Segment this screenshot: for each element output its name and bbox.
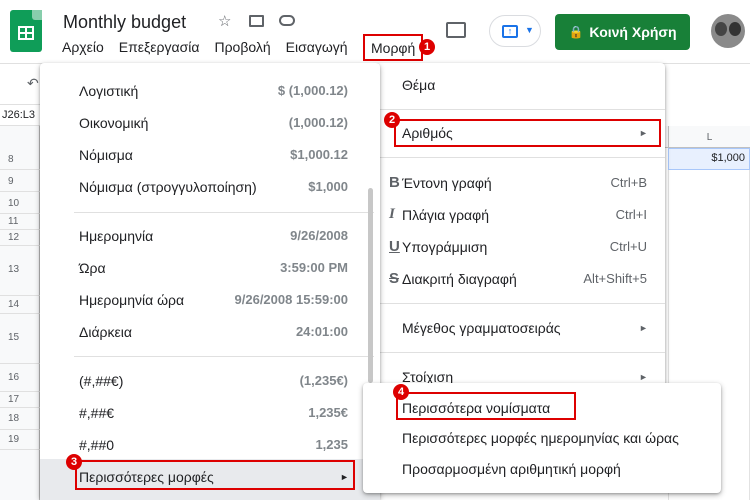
submenu-arrow-icon: ► — [639, 323, 648, 333]
row-number[interactable]: 8 — [0, 148, 40, 170]
format-currency[interactable]: Νόμισμα — [79, 147, 133, 163]
row-number[interactable]: 16 — [0, 364, 40, 392]
step-badge-2: 2 — [384, 112, 400, 128]
italic-icon: I — [389, 206, 395, 222]
row-number[interactable]: 11 — [0, 214, 40, 230]
menu-item-italic[interactable]: Πλάγια γραφή — [402, 207, 489, 223]
cell-L8[interactable]: $1,000 — [668, 148, 750, 170]
bold-icon: B — [389, 174, 400, 191]
name-box[interactable]: J26:L3 — [0, 104, 40, 126]
column-header-L[interactable]: L — [668, 126, 750, 148]
undo-icon[interactable]: ↶ — [27, 75, 39, 92]
menu-edit[interactable]: Επεξεργασία — [119, 39, 200, 55]
format-example: $1,000.12 — [290, 147, 348, 162]
format-accounting[interactable]: Λογιστική — [79, 83, 138, 99]
menu-insert[interactable]: Εισαγωγή — [286, 39, 348, 55]
lock-icon: 🔒 — [568, 25, 584, 39]
present-icon: ↑ — [502, 25, 518, 38]
format-custom-neg-euro[interactable]: (#,##€) — [79, 373, 123, 389]
row-number[interactable]: 9 — [0, 170, 40, 192]
scrollbar[interactable] — [368, 188, 373, 383]
row-number[interactable]: 14 — [0, 296, 40, 314]
document-title[interactable]: Monthly budget — [63, 12, 186, 33]
menu-item-font-size[interactable]: Μέγεθος γραμματοσειράς — [402, 320, 561, 336]
format-financial[interactable]: Οικονομική — [79, 115, 148, 131]
share-label: Κοινή Χρήση — [589, 24, 677, 40]
underline-icon: U — [389, 238, 400, 255]
menu-file[interactable]: Αρχείο — [62, 39, 104, 55]
row-number[interactable]: 13 — [0, 246, 40, 296]
format-date[interactable]: Ημερομηνία — [79, 228, 153, 244]
format-example: 24:01:00 — [295, 324, 348, 339]
divider — [375, 303, 665, 304]
row-number[interactable]: 10 — [0, 192, 40, 214]
number-format-menu: Λογιστική $ (1,000.12) Οικονομική (1,000… — [40, 63, 380, 500]
share-button[interactable]: 🔒 Κοινή Χρήση — [555, 14, 690, 50]
format-example: 3:59:00 PM — [280, 260, 348, 275]
menu-format[interactable]: Μορφή — [363, 34, 423, 61]
highlight-more-currencies — [396, 392, 576, 420]
divider — [74, 356, 374, 357]
chevron-down-icon: ▼ — [525, 25, 534, 35]
highlight-number — [394, 119, 661, 147]
format-example: 9/26/2008 — [290, 228, 348, 243]
menu-item-custom-number[interactable]: Προσαρμοσμένη αριθμητική μορφή — [402, 461, 621, 477]
shortcut-italic: Ctrl+I — [615, 207, 647, 222]
format-example: (1,235€) — [299, 373, 348, 388]
sheets-logo[interactable] — [10, 10, 42, 52]
row-header-column: 8 9 10 11 12 13 14 15 16 17 18 19 — [0, 126, 40, 500]
row-number[interactable]: 17 — [0, 392, 40, 408]
format-menu: Θέμα Αριθμός ► B Έντονη γραφή Ctrl+B I Π… — [375, 63, 665, 388]
menu-format-label: Μορφή — [371, 40, 416, 56]
menu-bar: Αρχείο Επεξεργασία Προβολή Εισαγωγή — [62, 39, 363, 55]
shortcut-underline: Ctrl+U — [609, 239, 647, 254]
format-custom-number[interactable]: #,##0 — [79, 437, 114, 453]
format-example: (1,000.12) — [288, 115, 348, 130]
format-example: 9/26/2008 15:59:00 — [234, 292, 348, 307]
menu-view[interactable]: Προβολή — [214, 39, 270, 55]
present-button[interactable]: ↑ ▼ — [489, 15, 541, 47]
step-badge-3: 3 — [66, 454, 82, 470]
format-example: $1,000 — [308, 179, 348, 194]
row-number[interactable]: 18 — [0, 408, 40, 430]
strikethrough-icon: S — [389, 270, 400, 287]
divider — [74, 212, 374, 213]
star-icon[interactable]: ☆ — [218, 12, 231, 30]
shortcut-bold: Ctrl+B — [610, 175, 647, 190]
row-number[interactable]: 12 — [0, 230, 40, 246]
submenu-arrow-icon: ► — [639, 372, 648, 382]
format-example: $ (1,000.12) — [277, 83, 348, 98]
row-number[interactable]: 15 — [0, 314, 40, 364]
format-duration[interactable]: Διάρκεια — [79, 324, 132, 340]
format-example: 1,235 — [315, 437, 348, 452]
comment-icon[interactable] — [446, 22, 466, 38]
avatar[interactable] — [711, 14, 745, 48]
highlight-more-formats — [75, 460, 355, 490]
divider — [375, 109, 665, 110]
menu-item-bold[interactable]: Έντονη γραφή — [402, 175, 492, 191]
step-badge-4: 4 — [393, 384, 409, 400]
format-time[interactable]: Ώρα — [79, 260, 106, 276]
menu-item-underline[interactable]: Υπογράμμιση — [402, 239, 487, 255]
row-number[interactable]: 19 — [0, 430, 40, 450]
divider — [375, 157, 665, 158]
move-folder-icon[interactable] — [249, 15, 264, 27]
shortcut-strikethrough: Alt+Shift+5 — [583, 271, 647, 286]
step-badge-1: 1 — [419, 39, 435, 55]
cloud-icon[interactable] — [279, 15, 295, 26]
format-datetime[interactable]: Ημερομηνία ώρα — [79, 292, 184, 308]
divider — [375, 352, 665, 353]
format-custom-euro[interactable]: #,##€ — [79, 405, 114, 421]
menu-item-more-datetime[interactable]: Περισσότερες μορφές ημερομηνίας και ώρας — [402, 430, 679, 446]
menu-item-theme[interactable]: Θέμα — [402, 77, 435, 93]
format-example: 1,235€ — [308, 405, 348, 420]
format-currency-rounded[interactable]: Νόμισμα (στρογγυλοποίηση) — [79, 179, 257, 195]
menu-item-strikethrough[interactable]: Διακριτή διαγραφή — [402, 271, 517, 287]
